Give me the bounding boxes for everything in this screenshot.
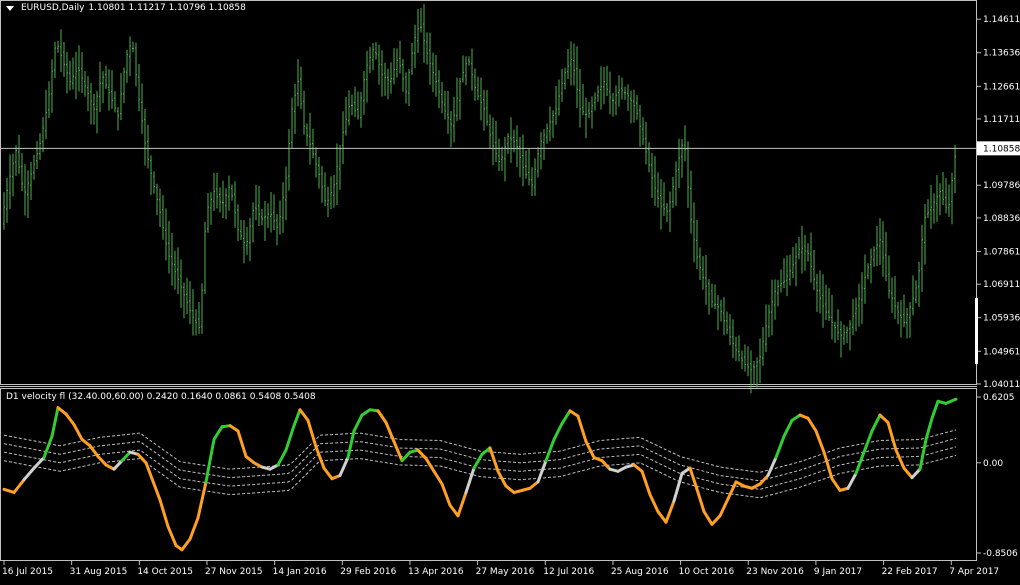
time-tick-label: 16 Jul 2015 (2, 567, 53, 577)
chart-header: EURUSD,Daily 1.10801 1.11217 1.10796 1.1… (6, 3, 246, 13)
price-tick-label: 1.12661 (983, 82, 1020, 92)
chart-window[interactable]: 1.14611 1.13636 1.12661 1.11711 1.10858 1.097… (0, 0, 1020, 581)
time-tick-label: 10 Oct 2016 (679, 567, 735, 577)
chevron-down-icon[interactable] (6, 5, 14, 11)
indicator-tick-label: -0.8506 (983, 549, 1018, 559)
time-tick-label: 27 Nov 2015 (205, 567, 263, 577)
price-tick-label: 1.09786 (983, 181, 1020, 191)
indicator-tick-label: 0.6205 (983, 393, 1015, 403)
price-tick-label: 1.08836 (983, 214, 1020, 224)
time-tick-label: 31 Aug 2015 (70, 567, 128, 577)
time-tick-label: 12 Jul 2016 (543, 567, 594, 577)
indicator-tick-label: 0.00 (983, 459, 1003, 469)
price-tick-label: 1.14611 (983, 15, 1020, 25)
symbol-label: EURUSD,Daily (21, 3, 85, 13)
time-tick-label: 25 Aug 2016 (611, 567, 669, 577)
ohlc-values: 1.10801 1.11217 1.10796 1.10858 (88, 3, 246, 13)
time-tick-label: 23 Nov 2016 (746, 567, 804, 577)
price-tick-label: 1.13636 (983, 49, 1020, 59)
scrollbar-handle[interactable] (975, 298, 978, 364)
price-chart[interactable]: 1.14611 1.13636 1.12661 1.11711 1.10858 1.097… (0, 0, 1020, 581)
price-tick-label: 1.11711 (983, 115, 1020, 125)
indicator-label: D1 velocity fl (32.40.00,60.00) 0.2420 0… (6, 392, 316, 402)
price-tick-label: 1.04011 (983, 380, 1020, 390)
time-tick-label: 7 Apr 2017 (949, 567, 999, 577)
time-tick-label: 14 Jan 2016 (273, 567, 327, 577)
time-tick-label: 14 Oct 2015 (137, 567, 193, 577)
time-tick-label: 13 Apr 2016 (408, 567, 464, 577)
price-tick-label: 1.07861 (983, 247, 1020, 257)
price-tick-label: 1.05936 (983, 314, 1020, 324)
time-tick-label: 22 Feb 2017 (882, 567, 938, 577)
time-tick-label: 9 Jan 2017 (814, 567, 862, 577)
time-tick-label: 29 Feb 2016 (340, 567, 396, 577)
price-tick-label: 1.04961 (983, 347, 1020, 357)
price-tick-label: 1.06911 (983, 280, 1020, 290)
current-price-label: 1.10858 (983, 144, 1020, 154)
time-tick-label: 27 May 2016 (476, 567, 535, 577)
